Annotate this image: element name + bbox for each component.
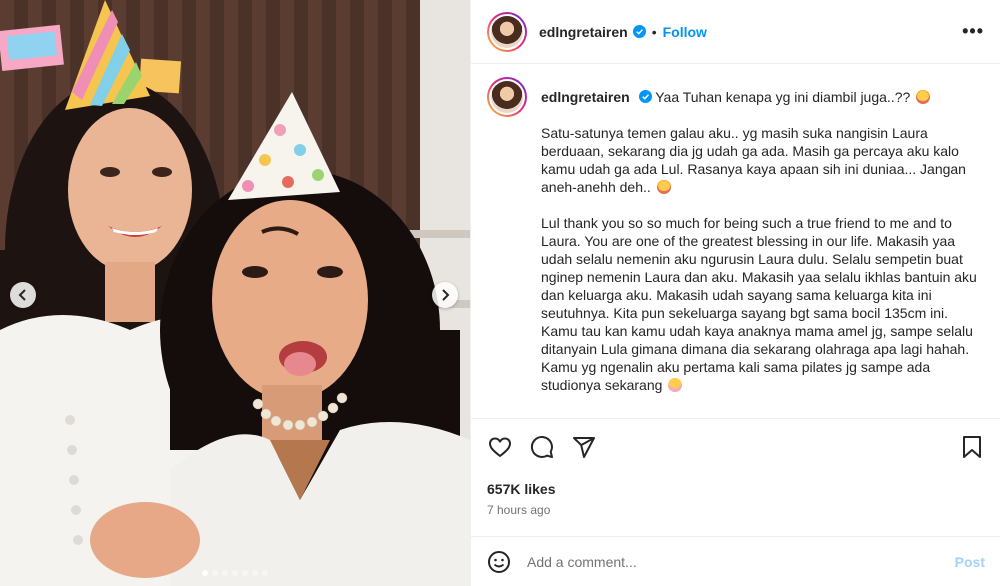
post-comment-button[interactable]: Post [955, 554, 985, 570]
header-username[interactable]: edlngretairen [539, 24, 628, 40]
heart-icon [489, 437, 511, 457]
more-icon: ••• [962, 21, 984, 41]
caption-body: edlngretairen Yaa Tuhan kenapa yg ini di… [541, 77, 981, 394]
avatar[interactable] [487, 11, 527, 52]
caption-title-text: Yaa Tuhan kenapa yg ini diambil juga..?? [655, 89, 911, 105]
embarrassed-emoji-icon [668, 378, 683, 392]
post-side-panel: edlngretairen • Follow ••• edlngretairen… [470, 0, 1000, 586]
comment-input[interactable] [527, 553, 955, 570]
likes-count[interactable]: 657K likes [487, 481, 985, 497]
save-button[interactable] [959, 434, 985, 460]
action-icon-row [487, 419, 985, 475]
caption-row: edlngretairen Yaa Tuhan kenapa yg ini di… [487, 77, 985, 394]
caption-paragraph-1: Satu-satunya temen galau aku.. yg masih … [541, 124, 981, 196]
caption-first-line: edlngretairen Yaa Tuhan kenapa yg ini di… [541, 88, 981, 106]
carousel-dot [222, 570, 228, 576]
carousel-dot [212, 570, 218, 576]
carousel-dots [0, 570, 470, 576]
more-options-button[interactable]: ••• [962, 22, 984, 40]
chevron-left-icon [18, 289, 26, 301]
carousel-dot [242, 570, 248, 576]
share-button[interactable] [571, 434, 597, 460]
verified-badge-icon [638, 90, 652, 103]
comment-button[interactable] [529, 434, 555, 460]
share-icon [573, 437, 595, 458]
header-separator: • [651, 23, 657, 40]
carousel-dot [262, 570, 268, 576]
instagram-post: edlngretairen • Follow ••• edlngretairen… [0, 0, 1000, 586]
emoji-icon[interactable] [487, 550, 511, 574]
post-timestamp[interactable]: 7 hours ago [487, 503, 985, 517]
crying-emoji-icon [656, 180, 671, 194]
caption-paragraph-2-text: Lul thank you so so much for being such … [541, 215, 977, 393]
carousel-prev-button[interactable] [10, 282, 36, 308]
like-button[interactable] [487, 434, 513, 460]
carousel-next-button[interactable] [432, 282, 458, 308]
caption-username[interactable]: edlngretairen [541, 89, 630, 105]
crying-emoji-icon [916, 90, 931, 104]
carousel-dot [252, 570, 258, 576]
chevron-right-icon [442, 289, 450, 301]
post-photo[interactable] [0, 0, 470, 586]
comment-bar: Post [471, 536, 1000, 586]
post-header: edlngretairen • Follow ••• [471, 0, 1000, 64]
verified-badge-icon [632, 25, 646, 38]
caption-paragraph-2: Lul thank you so so much for being such … [541, 214, 981, 394]
caption-area: edlngretairen Yaa Tuhan kenapa yg ini di… [471, 65, 1000, 417]
comment-icon [530, 435, 553, 458]
bookmark-icon [963, 436, 981, 458]
caption-paragraph-1-text: Satu-satunya temen galau aku.. yg masih … [541, 125, 966, 195]
photo-scene [0, 0, 470, 586]
follow-button[interactable]: Follow [663, 24, 707, 40]
carousel-dot [202, 570, 208, 576]
post-actions: 657K likes 7 hours ago [471, 418, 1000, 517]
carousel-dot [232, 570, 238, 576]
caption-avatar[interactable] [487, 77, 527, 117]
